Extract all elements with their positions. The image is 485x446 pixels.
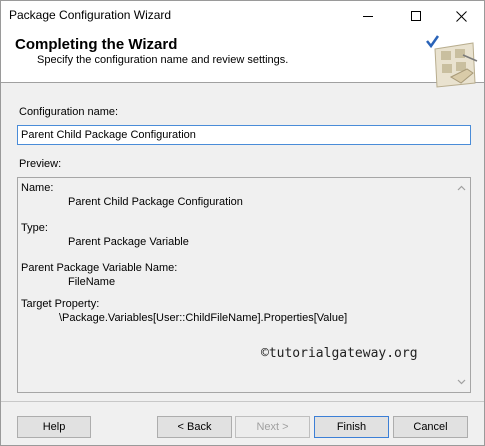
watermark-text: ©tutorialgateway.org: [261, 346, 418, 361]
preview-type-key: Type:: [21, 222, 48, 234]
preview-type-value: Parent Package Variable: [68, 236, 189, 248]
package-configuration-wizard-window: Package Configuration Wizard Completing …: [0, 0, 485, 446]
back-button[interactable]: < Back: [157, 416, 232, 438]
preview-parent-variable-key: Parent Package Variable Name:: [21, 262, 178, 274]
page-title: Completing the Wizard: [15, 36, 178, 53]
preview-name-key: Name:: [21, 182, 54, 194]
minimize-button[interactable]: [345, 1, 391, 31]
maximize-button[interactable]: [393, 1, 439, 31]
minimize-icon: [363, 15, 373, 17]
preview-scrollbar[interactable]: [453, 178, 470, 392]
page-subtitle: Specify the configuration name and revie…: [37, 54, 289, 66]
button-bar: Help < Back Next > Finish Cancel: [1, 401, 484, 445]
help-button[interactable]: Help: [17, 416, 91, 438]
preview-name-value: Parent Child Package Configuration: [68, 196, 243, 208]
cancel-button[interactable]: Cancel: [393, 416, 468, 438]
preview-parent-variable-value: FileName: [68, 276, 116, 288]
wizard-header-banner: Completing the Wizard Specify the config…: [1, 31, 484, 88]
scroll-down-icon[interactable]: [457, 377, 466, 386]
configuration-name-input[interactable]: [17, 125, 471, 145]
maximize-icon: [411, 11, 421, 21]
wizard-checkmark-icon: [426, 35, 478, 88]
configuration-name-label: Configuration name:: [19, 106, 119, 118]
finish-button[interactable]: Finish: [314, 416, 389, 438]
title-bar[interactable]: Package Configuration Wizard: [1, 1, 484, 31]
close-button[interactable]: [438, 1, 484, 31]
next-button[interactable]: Next >: [235, 416, 310, 438]
window-title: Package Configuration Wizard: [9, 8, 172, 22]
preview-label: Preview:: [19, 158, 62, 170]
close-icon: [455, 10, 467, 22]
scroll-up-icon[interactable]: [457, 184, 466, 193]
preview-target-property-key: Target Property:: [21, 298, 100, 310]
preview-target-property-value: \Package.Variables[User::ChildFileName].…: [59, 312, 348, 324]
